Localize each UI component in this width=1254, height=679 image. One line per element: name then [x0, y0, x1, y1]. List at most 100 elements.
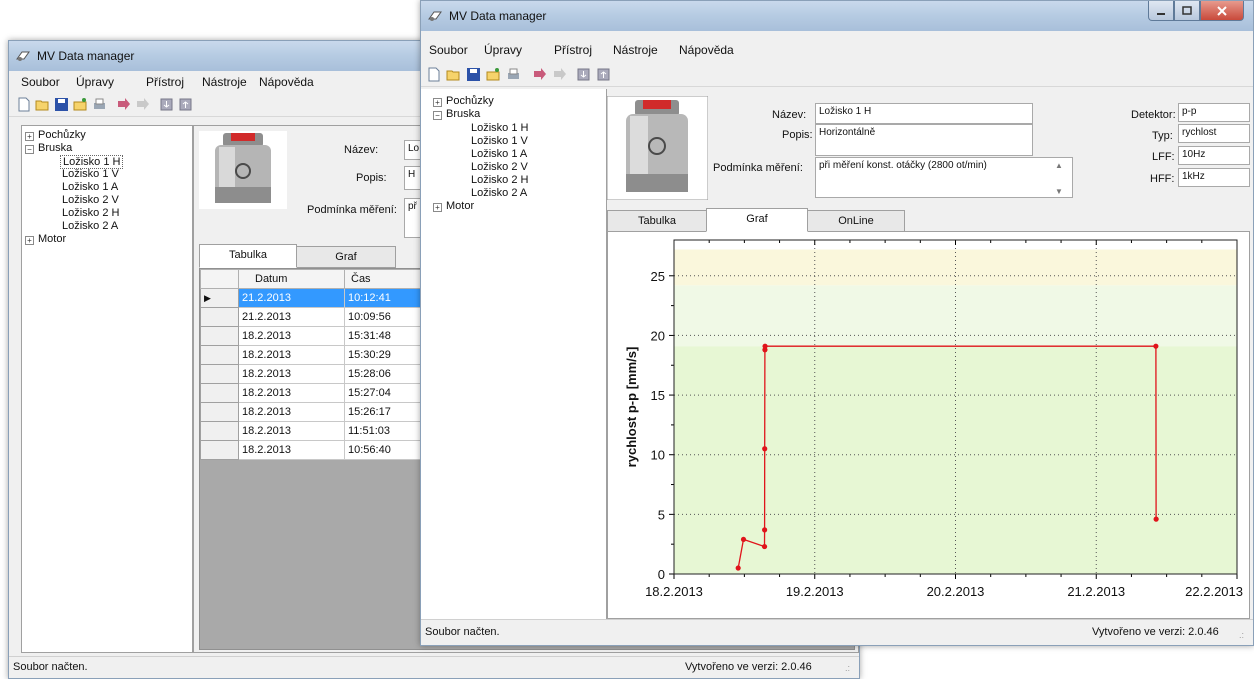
expand-toggle-icon[interactable]: + — [433, 203, 442, 212]
tree-node-lozisko-2v[interactable]: Ložisko 2 V — [62, 194, 119, 206]
collapse-toggle-icon[interactable]: − — [433, 111, 442, 120]
tree-node-lozisko-1v[interactable]: Ložisko 1 V — [471, 135, 528, 147]
open-file-icon[interactable] — [73, 97, 88, 112]
front-tree-view[interactable]: + Pochůzky − Bruska Ložisko 1 H Ložisko … — [421, 89, 607, 621]
data-grid[interactable]: Datum Čas ▶ 21.2.2013 10:12:41 21.2.2013… — [200, 269, 425, 460]
send-icon[interactable] — [116, 97, 131, 112]
velocity-chart[interactable]: 0 5 10 15 20 25 18.2.2013 19.2.2013 20.2.2013 21.… — [608, 232, 1249, 618]
tree-node-lozisko-2h[interactable]: Ložisko 2 H — [62, 207, 119, 219]
maximize-button[interactable] — [1174, 1, 1200, 21]
status-text: Soubor načten. — [13, 661, 88, 673]
expand-toggle-icon[interactable]: + — [433, 98, 442, 107]
print-icon[interactable] — [92, 97, 107, 112]
menu-device[interactable]: Přístroj — [146, 75, 184, 89]
name-field[interactable]: Ložisko 1 H — [815, 103, 1033, 124]
menu-device[interactable]: Přístroj — [554, 43, 592, 57]
new-file-icon[interactable] — [16, 97, 31, 112]
new-file-icon[interactable] — [426, 67, 441, 82]
data-point[interactable] — [762, 343, 768, 349]
sensor-image — [199, 131, 287, 209]
tree-node-pochuzky[interactable]: Pochůzky — [38, 129, 86, 141]
receive-icon[interactable] — [552, 67, 567, 82]
menu-tools[interactable]: Nástroje — [613, 43, 658, 57]
hff-field[interactable]: 1kHz — [1178, 168, 1250, 187]
scroll-down-icon[interactable]: ▼ — [1055, 187, 1063, 196]
table-row[interactable]: 18.2.2013 10:56:40 — [200, 440, 425, 460]
tab-table[interactable]: Tabulka — [199, 244, 297, 268]
tree-node-bruska[interactable]: Bruska — [38, 142, 72, 154]
menu-help[interactable]: Nápověda — [259, 75, 314, 89]
description-field[interactable]: Horizontálně — [815, 124, 1033, 156]
tree-node-lozisko-2h[interactable]: Ložisko 2 H — [471, 174, 528, 186]
tab-graph[interactable]: Graf — [296, 246, 396, 268]
open-folder-icon[interactable] — [35, 97, 50, 112]
lff-field[interactable]: 10Hz — [1178, 146, 1250, 165]
tab-graph[interactable]: Graf — [706, 208, 808, 232]
upload-icon[interactable] — [178, 97, 193, 112]
expand-toggle-icon[interactable]: + — [25, 236, 34, 245]
data-point[interactable] — [1153, 343, 1159, 349]
open-file-icon[interactable] — [486, 67, 501, 82]
tree-node-lozisko-1a[interactable]: Ložisko 1 A — [62, 181, 118, 193]
save-icon[interactable] — [466, 67, 481, 82]
tab-online[interactable]: OnLine — [807, 210, 905, 232]
send-icon[interactable] — [532, 67, 547, 82]
detector-field[interactable]: p-p — [1178, 103, 1250, 122]
tree-node-lozisko-2a[interactable]: Ložisko 2 A — [62, 220, 118, 232]
download-icon[interactable] — [159, 97, 174, 112]
menu-file[interactable]: Soubor — [21, 75, 60, 89]
print-icon[interactable] — [506, 67, 521, 82]
menu-edit[interactable]: Úpravy — [76, 75, 114, 89]
x-tick-label: 20.2.2013 — [927, 584, 985, 599]
tab-table[interactable]: Tabulka — [607, 210, 707, 232]
upload-icon[interactable] — [596, 67, 611, 82]
data-point[interactable] — [1153, 516, 1159, 522]
table-row[interactable]: 18.2.2013 15:31:48 — [200, 326, 425, 346]
tree-node-motor[interactable]: Motor — [38, 233, 66, 245]
table-row[interactable]: 18.2.2013 15:26:17 — [200, 402, 425, 422]
data-point[interactable] — [740, 536, 747, 543]
resize-grip-icon[interactable]: .: — [845, 663, 850, 673]
tree-node-lozisko-1h[interactable]: Ložisko 1 H — [60, 155, 124, 169]
table-row[interactable]: 18.2.2013 15:30:29 — [200, 345, 425, 365]
download-icon[interactable] — [576, 67, 591, 82]
collapse-toggle-icon[interactable]: − — [25, 145, 34, 154]
scroll-up-icon[interactable]: ▲ — [1055, 161, 1063, 170]
data-point[interactable] — [761, 543, 768, 550]
data-point[interactable] — [762, 527, 768, 533]
menu-tools[interactable]: Nástroje — [202, 75, 247, 89]
open-folder-icon[interactable] — [446, 67, 461, 82]
save-icon[interactable] — [54, 97, 69, 112]
menu-edit[interactable]: Úpravy — [484, 43, 522, 57]
tree-node-bruska[interactable]: Bruska — [446, 108, 480, 120]
type-field[interactable]: rychlost — [1178, 124, 1250, 143]
table-row[interactable]: 18.2.2013 15:28:06 — [200, 364, 425, 384]
tree-node-lozisko-2a[interactable]: Ložisko 2 A — [471, 187, 527, 199]
column-header-date[interactable]: Datum — [238, 269, 345, 289]
resize-grip-icon[interactable]: .: — [1239, 630, 1244, 640]
data-point[interactable] — [735, 565, 741, 571]
tree-node-lozisko-1h[interactable]: Ložisko 1 H — [471, 122, 528, 134]
tree-node-motor[interactable]: Motor — [446, 200, 474, 212]
minimize-button[interactable] — [1148, 1, 1174, 21]
y-tick-label: 5 — [658, 507, 665, 522]
condition-field[interactable]: při měření konst. otáčky (2800 ot/min) — [815, 157, 1073, 198]
table-row[interactable]: ▶ 21.2.2013 10:12:41 — [200, 288, 425, 308]
column-header-time[interactable]: Čas — [344, 269, 425, 289]
receive-icon[interactable] — [135, 97, 150, 112]
tree-node-lozisko-1a[interactable]: Ložisko 1 A — [471, 148, 527, 160]
tree-node-pochuzky[interactable]: Pochůzky — [446, 95, 494, 107]
menu-file[interactable]: Soubor — [429, 43, 468, 57]
data-point[interactable] — [762, 446, 768, 452]
table-row[interactable]: 18.2.2013 15:27:04 — [200, 383, 425, 403]
tree-node-lozisko-2v[interactable]: Ložisko 2 V — [471, 161, 528, 173]
tree-node-lozisko-1v[interactable]: Ložisko 1 V — [62, 168, 119, 180]
close-button[interactable] — [1200, 1, 1244, 21]
version-text: Vytvořeno ve verzi: 2.0.46 — [685, 661, 812, 673]
front-title-bar[interactable]: MV Data manager — [421, 1, 1253, 31]
back-tree-view[interactable]: + Pochůzky − Bruska Ložisko 1 H Ložisko … — [21, 125, 193, 653]
menu-help[interactable]: Nápověda — [679, 43, 734, 57]
table-row[interactable]: 18.2.2013 11:51:03 — [200, 421, 425, 441]
expand-toggle-icon[interactable]: + — [25, 132, 34, 141]
table-row[interactable]: 21.2.2013 10:09:56 — [200, 307, 425, 327]
